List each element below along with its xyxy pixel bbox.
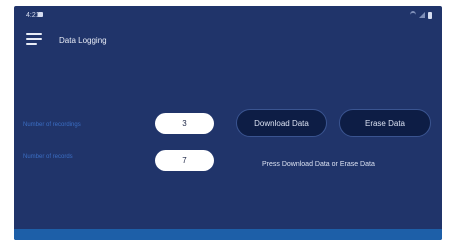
bottom-bar xyxy=(14,229,442,240)
status-icons xyxy=(410,11,432,19)
erase-data-button[interactable]: Erase Data xyxy=(339,109,431,137)
wifi-icon xyxy=(410,11,416,19)
status-bar: 4:21 xyxy=(14,6,442,26)
download-data-button[interactable]: Download Data xyxy=(236,109,327,137)
records-value-field[interactable]: 7 xyxy=(155,150,214,171)
records-label: Number of records xyxy=(23,154,73,160)
notification-icon xyxy=(38,12,43,17)
battery-icon xyxy=(428,11,432,19)
app-screen: 4:21 Data Logging Number of recordings 3… xyxy=(14,6,442,240)
hamburger-menu-icon[interactable] xyxy=(26,33,42,46)
app-bar: Data Logging xyxy=(14,26,442,56)
recordings-value-field[interactable]: 3 xyxy=(155,113,214,134)
signal-icon xyxy=(419,12,425,18)
hint-message: Press Download Data or Erase Data xyxy=(262,161,375,168)
recordings-label: Number of recordings xyxy=(23,122,81,128)
page-title: Data Logging xyxy=(59,36,107,45)
